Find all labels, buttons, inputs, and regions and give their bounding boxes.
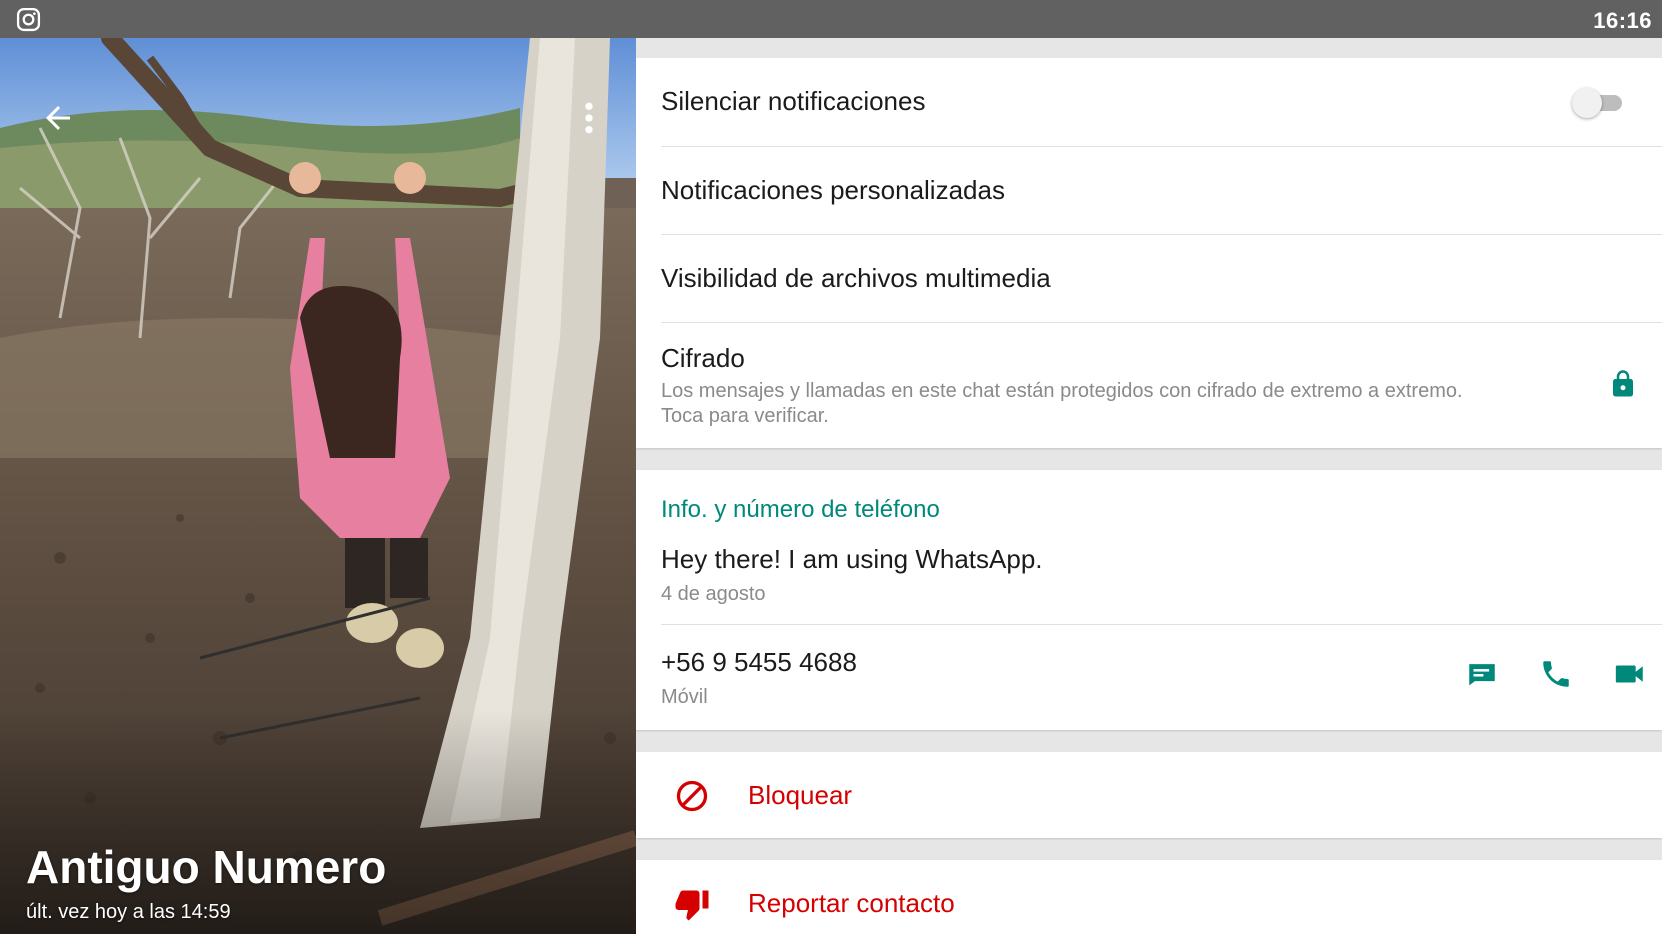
status-bar: 16:16 xyxy=(0,0,1662,38)
mute-notifications-label: Silenciar notificaciones xyxy=(661,86,926,116)
profile-photo-pane: Antiguo Numero últ. vez hoy a las 14:59 xyxy=(0,38,636,934)
about-status-row[interactable]: Hey there! I am using WhatsApp. 4 de ago… xyxy=(661,532,1662,618)
status-time: 16:16 xyxy=(1593,8,1652,33)
phone-row[interactable]: +56 9 5455 4688 Móvil xyxy=(661,625,1662,730)
last-seen: últ. vez hoy a las 14:59 xyxy=(26,901,231,923)
media-visibility-row[interactable]: Visibilidad de archivos multimedia xyxy=(661,235,1662,323)
instagram-icon xyxy=(16,7,41,32)
mute-notifications-row[interactable]: Silenciar notificaciones xyxy=(661,58,1662,146)
report-row[interactable]: Reportar contacto xyxy=(636,860,1662,934)
mute-toggle[interactable] xyxy=(1572,86,1626,120)
block-icon xyxy=(676,780,708,812)
message-icon[interactable] xyxy=(1462,657,1502,691)
custom-notifications-label: Notificaciones personalizadas xyxy=(661,175,1005,205)
arrow-back-icon[interactable] xyxy=(40,100,76,136)
encryption-verify-hint: Toca para verificar. xyxy=(661,405,829,427)
encryption-title: Cifrado xyxy=(661,343,745,373)
more-vert-icon[interactable] xyxy=(576,98,602,138)
thumb-down-icon xyxy=(675,890,709,921)
settings-card: Silenciar notificaciones Notificaciones … xyxy=(636,58,1662,448)
about-card: Info. y número de teléfono Hey there! I … xyxy=(636,470,1662,730)
video-call-icon[interactable] xyxy=(1610,657,1650,691)
block-row[interactable]: Bloquear xyxy=(636,752,1662,838)
about-section-header: Info. y número de teléfono xyxy=(661,496,940,523)
phone-icon[interactable] xyxy=(1536,657,1576,691)
contact-name: Antiguo Numero xyxy=(26,841,387,893)
toggle-thumb xyxy=(1572,88,1602,118)
phone-number: +56 9 5455 4688 xyxy=(661,647,857,677)
about-status-date: 4 de agosto xyxy=(661,583,766,605)
contact-info-pane: Silenciar notificaciones Notificaciones … xyxy=(636,38,1662,934)
phone-type: Móvil xyxy=(661,686,708,708)
custom-notifications-row[interactable]: Notificaciones personalizadas xyxy=(661,147,1662,235)
lock-icon xyxy=(1613,370,1633,397)
profile-photo[interactable] xyxy=(0,38,636,934)
media-visibility-label: Visibilidad de archivos multimedia xyxy=(661,263,1051,293)
encryption-row[interactable]: Cifrado Los mensajes y llamadas en este … xyxy=(661,323,1662,448)
block-label: Bloquear xyxy=(748,780,853,810)
encryption-description: Los mensajes y llamadas en este chat est… xyxy=(661,380,1463,402)
about-status-text: Hey there! I am using WhatsApp. xyxy=(661,544,1043,574)
report-contact-label: Reportar contacto xyxy=(748,888,955,918)
